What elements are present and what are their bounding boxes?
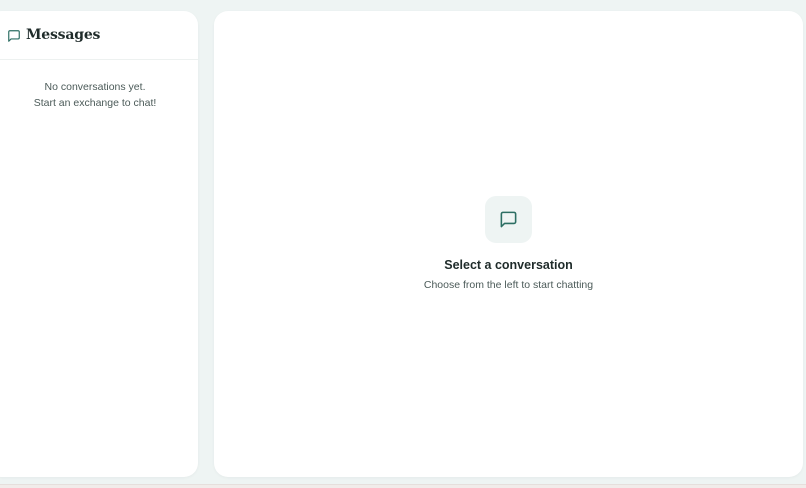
empty-conversations-line-1: No conversations yet. [44,81,146,93]
empty-conversations-line-2: Start an exchange to chat! [33,97,157,109]
sidebar-title: Messages [26,27,101,43]
empty-state-icon-container [485,196,532,243]
empty-state-subtitle: Choose from the left to start chatting [423,279,594,291]
sidebar-header: Messages [0,11,198,60]
message-square-icon [7,28,21,42]
conversation-panel: Select a conversation Choose from the le… [214,11,803,477]
empty-conversations-message: No conversations yet. Start an exchange … [0,79,202,111]
conversation-sidebar: Messages No conversations yet. Start an … [0,11,198,477]
bottom-divider [0,484,806,488]
message-square-icon [500,211,517,228]
empty-state-title: Select a conversation [444,258,573,272]
